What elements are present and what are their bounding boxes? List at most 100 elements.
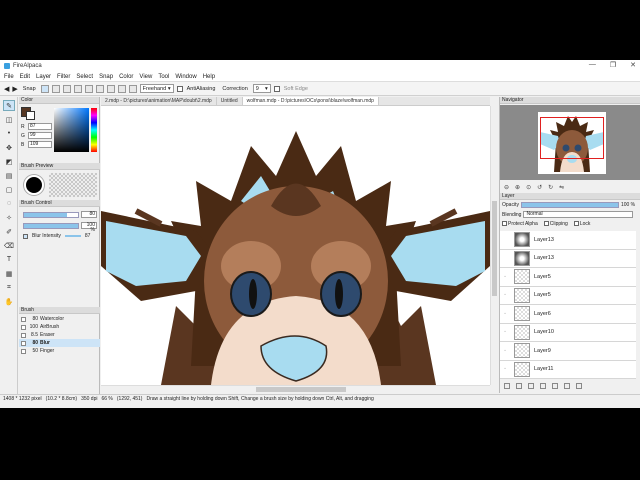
visibility-icon[interactable]: ◦ [500, 305, 510, 323]
color-picker-square[interactable] [54, 108, 89, 152]
layer-row[interactable]: ◦ Layer11 [500, 360, 636, 379]
maximize-button[interactable]: ❐ [610, 61, 616, 69]
magic-wand-tool-icon[interactable]: ✧ [3, 212, 15, 223]
zoom-in-icon[interactable]: ⊕ [515, 184, 520, 191]
minimize-button[interactable]: — [589, 61, 596, 69]
merge-down-icon[interactable] [540, 383, 546, 389]
antialiasing-checkbox[interactable] [176, 85, 183, 92]
snap-crisscross-icon[interactable] [62, 84, 71, 93]
prev-arrow-icon[interactable]: ◀ [4, 85, 9, 93]
select-tool-icon[interactable]: ▢ [3, 184, 15, 195]
visibility-icon[interactable]: ◦ [500, 342, 510, 360]
blue-input[interactable]: 109 [28, 141, 52, 148]
protect-alpha-checkbox[interactable] [502, 221, 507, 227]
vertical-scroll-thumb[interactable] [492, 201, 497, 296]
clear-layer-icon[interactable] [552, 383, 558, 389]
rotate-right-icon[interactable]: ↻ [548, 184, 553, 191]
layer-row[interactable]: ◦ Layer9 [500, 342, 636, 361]
menu-window[interactable]: Window [175, 74, 196, 80]
gradation-tool-icon[interactable]: ▤ [3, 170, 15, 181]
tab-wolfman[interactable]: wolfman.mdp - D:\pictures\OCs\ponsi\blaz… [242, 97, 379, 105]
layer-opacity-value[interactable]: 100 % [621, 202, 635, 208]
dot-tool-icon[interactable]: • [3, 128, 15, 139]
brush-opacity-slider[interactable] [23, 223, 79, 229]
duplicate-layer-icon[interactable] [528, 383, 534, 389]
visibility-icon[interactable]: ◦ [500, 287, 510, 305]
brush-item-selected[interactable]: 80 Blur [19, 339, 100, 347]
brush-item[interactable]: 80 Watercolor [19, 315, 100, 323]
menu-layer[interactable]: Layer [36, 74, 51, 80]
red-input[interactable]: 87 [28, 123, 52, 130]
menu-view[interactable]: View [139, 74, 152, 80]
select-eraser-tool-icon[interactable]: ⌫ [3, 240, 15, 251]
brush-tool-icon[interactable]: ✎ [3, 100, 15, 111]
clipping-checkbox[interactable] [543, 221, 549, 227]
close-button[interactable]: ✕ [630, 61, 636, 69]
blending-select[interactable]: Normal [523, 211, 634, 218]
snap-parallel-icon[interactable] [51, 84, 60, 93]
lock-toggle[interactable]: Lock [573, 221, 590, 227]
snap-3d-icon[interactable] [117, 84, 126, 93]
soft-edge-toggle[interactable]: Soft Edge [273, 85, 310, 92]
divide-tool-icon[interactable]: ▦ [3, 268, 15, 279]
layer-row[interactable]: ◦ Layer5 [500, 286, 636, 305]
layer-row[interactable]: ◦ Layer5 [500, 268, 636, 287]
tab-2-mdp[interactable]: 2.mdp - D:\pictures\animation\MAP\doubt\… [101, 97, 217, 105]
horizontal-scroll-thumb[interactable] [256, 387, 346, 392]
brush-opacity-value[interactable]: 100 % [81, 222, 97, 233]
menu-filter[interactable]: Filter [57, 74, 70, 80]
vertical-scrollbar[interactable] [490, 106, 498, 385]
clipping-toggle[interactable]: Clipping [543, 221, 568, 227]
brush-item[interactable]: 100 AirBrush [19, 323, 100, 331]
antialiasing-toggle[interactable]: AntiAliasing [176, 85, 218, 92]
soft-edge-checkbox[interactable] [273, 85, 280, 92]
new-folder-icon[interactable] [516, 383, 522, 389]
eraser-tool-icon[interactable]: ◫ [3, 114, 15, 125]
hue-slider[interactable] [91, 108, 97, 152]
new-layer-icon[interactable] [504, 383, 510, 389]
tab-untitled[interactable]: Untitled [217, 97, 243, 105]
snap-vanishing-icon[interactable] [73, 84, 82, 93]
next-arrow-icon[interactable]: ▶ [12, 85, 17, 93]
zoom-fit-icon[interactable]: ⊙ [526, 184, 531, 191]
menu-file[interactable]: File [4, 74, 14, 80]
layer-properties-icon[interactable] [564, 383, 570, 389]
text-tool-icon[interactable]: T [3, 254, 15, 265]
layer-row[interactable]: ◦ Layer10 [500, 323, 636, 342]
snap-radial-icon[interactable] [84, 84, 93, 93]
brush-item[interactable]: 50 Finger [19, 347, 100, 355]
green-input[interactable]: 99 [28, 132, 52, 139]
navigator-view-frame[interactable] [540, 117, 604, 159]
flip-icon[interactable]: ⇋ [559, 184, 564, 191]
visibility-icon[interactable]: ◦ [500, 361, 510, 379]
menu-help[interactable]: Help [203, 74, 215, 80]
fill-tool-icon[interactable]: ◩ [3, 156, 15, 167]
snap-settings-icon[interactable] [128, 84, 137, 93]
horizontal-scrollbar[interactable] [101, 385, 490, 393]
brush-item[interactable]: 8.5 Eraser [19, 331, 100, 339]
layer-row[interactable]: Layer13 [500, 249, 636, 268]
zoom-out-icon[interactable]: ⊖ [504, 184, 509, 191]
delete-layer-icon[interactable] [576, 383, 582, 389]
brush-size-value[interactable]: 80 [81, 211, 97, 218]
sub-color-swatch[interactable] [26, 111, 35, 120]
visibility-icon[interactable]: ◦ [500, 324, 510, 342]
lock-checkbox[interactable] [573, 221, 579, 227]
drawing-canvas[interactable] [101, 106, 490, 385]
menu-snap[interactable]: Snap [99, 74, 113, 80]
lasso-tool-icon[interactable]: ◌ [3, 198, 15, 209]
blur-intensity-track[interactable] [64, 235, 81, 237]
menu-edit[interactable]: Edit [20, 74, 30, 80]
layer-opacity-slider[interactable] [520, 202, 619, 208]
protect-alpha-toggle[interactable]: Protect Alpha [502, 221, 538, 227]
blur-intensity-value[interactable]: 87 [85, 233, 91, 239]
snap-off-icon[interactable] [40, 84, 49, 93]
stroke-mode-select[interactable]: Freehand ▾ [139, 84, 174, 93]
visibility-icon[interactable]: ◦ [500, 268, 510, 286]
menu-tool[interactable]: Tool [158, 74, 169, 80]
rotate-left-icon[interactable]: ↺ [537, 184, 542, 191]
hand-tool-icon[interactable]: ✋ [3, 296, 15, 307]
select-pen-tool-icon[interactable]: ✐ [3, 226, 15, 237]
layer-row[interactable]: ◦ Layer6 [500, 305, 636, 324]
correction-select[interactable]: 9 ▾ [252, 84, 271, 93]
